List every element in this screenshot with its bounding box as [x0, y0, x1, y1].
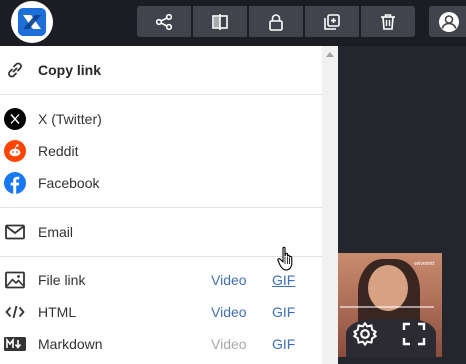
compare-icon [212, 13, 228, 30]
reddit-label: Reddit [38, 143, 79, 159]
add-to-collection-icon [324, 13, 340, 30]
reddit-icon [3, 139, 27, 163]
markdown-row: Markdown Video GIF [0, 328, 322, 360]
share-facebook-item[interactable]: Facebook [0, 167, 322, 199]
share-dropdown: Copy link X (Twitter) Reddit Facebook Em… [0, 46, 338, 364]
envelope-icon [3, 220, 27, 244]
markdown-video-link: Video [211, 336, 247, 352]
menu-divider [0, 94, 322, 95]
video-thumbnail[interactable]: velvetmtt [336, 253, 442, 357]
toolbar-button-group [137, 6, 415, 37]
share-button[interactable] [137, 6, 191, 37]
markdown-label: Markdown [38, 336, 103, 352]
x-twitter-label: X (Twitter) [38, 111, 102, 127]
share-reddit-item[interactable]: Reddit [0, 135, 322, 167]
link-icon [3, 58, 27, 82]
x-twitter-icon [3, 107, 27, 131]
scroll-up-arrow-icon[interactable] [326, 52, 334, 57]
thumbnail-face [368, 265, 408, 311]
html-gif-link[interactable]: GIF [272, 304, 295, 320]
share-x-twitter-item[interactable]: X (Twitter) [0, 103, 322, 135]
copy-link-label: Copy link [38, 62, 102, 78]
menu-divider [0, 207, 322, 208]
markdown-icon [3, 332, 27, 356]
lock-icon [269, 13, 283, 31]
lock-button[interactable] [249, 6, 303, 37]
html-video-link[interactable]: Video [211, 304, 247, 320]
file-link-label: File link [38, 272, 86, 288]
gear-icon[interactable] [352, 321, 378, 347]
account-button[interactable] [429, 6, 466, 37]
html-label: HTML [38, 304, 77, 320]
thumbnail-brand: velvetmtt [413, 261, 434, 267]
image-icon [3, 268, 27, 292]
video-progress-bar[interactable] [340, 306, 434, 308]
top-toolbar [0, 0, 466, 46]
file-link-row: File link Video GIF [0, 264, 322, 296]
app-logo[interactable] [11, 1, 53, 43]
html-row: HTML Video GIF [0, 296, 322, 328]
facebook-label: Facebook [38, 175, 100, 191]
fullscreen-icon[interactable] [402, 322, 426, 346]
code-icon [3, 300, 27, 324]
menu-divider [0, 256, 322, 257]
file-link-video-link[interactable]: Video [211, 272, 247, 288]
scrollbar[interactable] [322, 46, 338, 364]
hand-cursor-icon [277, 246, 293, 271]
copy-link-item[interactable]: Copy link [0, 54, 322, 86]
file-link-gif-link[interactable]: GIF [272, 272, 295, 288]
compare-button[interactable] [193, 6, 247, 37]
email-label: Email [38, 224, 74, 240]
share-icon [155, 13, 173, 30]
add-to-collection-button[interactable] [305, 6, 359, 37]
markdown-gif-link[interactable]: GIF [272, 336, 295, 352]
facebook-icon [3, 171, 27, 195]
user-icon [439, 11, 459, 32]
trash-icon [381, 13, 395, 30]
share-email-item[interactable]: Email [0, 216, 322, 248]
delete-button[interactable] [361, 6, 415, 37]
logo-icon [18, 8, 46, 36]
